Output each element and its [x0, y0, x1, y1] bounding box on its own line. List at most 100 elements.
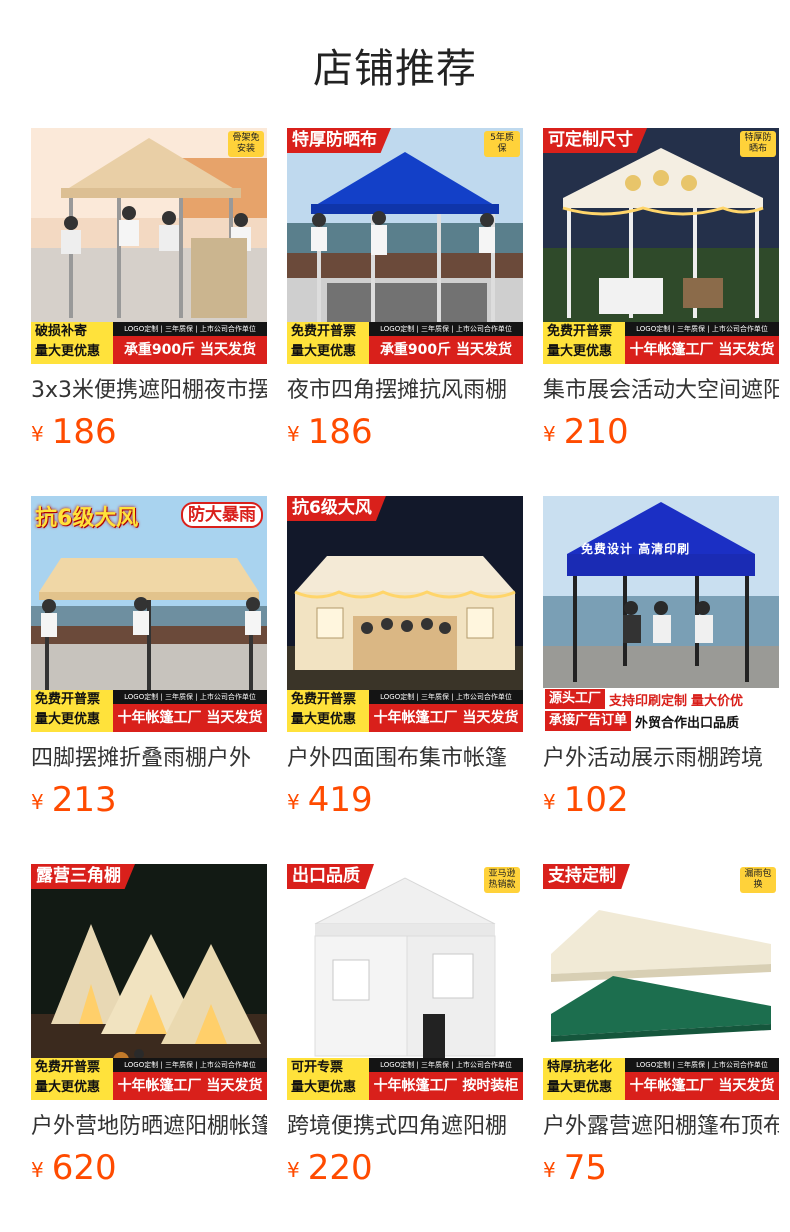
- currency-symbol: ¥: [31, 790, 44, 814]
- product-card[interactable]: 免费设计 高清印刷 源头工厂 支持印刷定制 量大价优 承接广告订单 外贸合作出口…: [543, 496, 779, 832]
- product-price: ¥102: [543, 780, 779, 820]
- banner-left: 特厚抗老化 量大更优惠: [543, 1058, 625, 1100]
- banner-left-line-2: 量大更优惠: [35, 344, 101, 359]
- currency-symbol: ¥: [543, 1158, 556, 1182]
- banner-top: LOGO定制 | 三年质保 | 上市公司合作单位: [113, 690, 267, 704]
- product-card[interactable]: 出口品质 亚马逊热销款 可开专票 量大更优惠 LOGO定制 | 三年质保 | 上…: [287, 864, 523, 1200]
- price-value: 213: [51, 780, 117, 820]
- product-name[interactable]: 户外活动展示雨棚跨境: [543, 744, 779, 774]
- price-value: 620: [51, 1148, 117, 1188]
- product-name[interactable]: 夜市四角摆摊抗风雨棚: [287, 376, 523, 406]
- currency-symbol: ¥: [31, 1158, 44, 1182]
- promo-banner: 可开专票 量大更优惠 LOGO定制 | 三年质保 | 上市公司合作单位 十年帐篷…: [287, 1058, 523, 1100]
- banner-top: LOGO定制 | 三年质保 | 上市公司合作单位: [625, 322, 779, 336]
- promo-tag: 抗6级大风: [287, 496, 386, 521]
- banner-left-line-2: 量大更优惠: [291, 712, 357, 727]
- product-name[interactable]: 3x3米便携遮阳棚夜市摆摊: [31, 376, 267, 406]
- product-card[interactable]: 特厚防晒布 5年质保 免费开普票 量大更优惠 LOGO定制 | 三年质保 | 上…: [287, 128, 523, 464]
- product-name[interactable]: 四脚摆摊折叠雨棚户外: [31, 744, 267, 774]
- product-image[interactable]: 出口品质 亚马逊热销款 可开专票 量大更优惠 LOGO定制 | 三年质保 | 上…: [287, 864, 523, 1100]
- banner-left-line-1: 特厚抗老化: [547, 1060, 613, 1075]
- promo-banner: 源头工厂 支持印刷定制 量大价优 承接广告订单 外贸合作出口品质: [543, 688, 779, 732]
- product-price: ¥75: [543, 1148, 779, 1188]
- product-card[interactable]: 抗6级大风 防大暴雨 免费开普票 量大更优惠 LOGO定制 | 三年质保 | 上…: [31, 496, 267, 832]
- promo-tag-large: 抗6级大风: [35, 506, 139, 531]
- promo-banner: 免费开普票 量大更优惠 LOGO定制 | 三年质保 | 上市公司合作单位 十年帐…: [31, 1058, 267, 1100]
- promo-tag: 支持定制: [543, 864, 630, 889]
- banner-left-line-2: 量大更优惠: [291, 344, 357, 359]
- product-name[interactable]: 跨境便携式四角遮阳棚: [287, 1112, 523, 1142]
- banner-left: 免费开普票 量大更优惠: [543, 322, 625, 364]
- currency-symbol: ¥: [287, 422, 300, 446]
- canopy-print-text: 免费设计 高清印刷: [581, 542, 691, 556]
- product-name[interactable]: 集市展会活动大空间遮阳棚: [543, 376, 779, 406]
- product-name[interactable]: 户外露营遮阳棚篷布顶布: [543, 1112, 779, 1142]
- banner-left-line-1: 可开专票: [291, 1060, 344, 1075]
- product-grid: 骨架免安装 破损补寄 量大更优惠 LOGO定制 | 三年质保 | 上市公司合作单…: [31, 128, 779, 1200]
- product-image[interactable]: 露营三角棚 免费开普票 量大更优惠 LOGO定制 | 三年质保 | 上市公司合作…: [31, 864, 267, 1100]
- banner-left-line-1: 免费开普票: [291, 324, 357, 339]
- banner-left: 可开专票 量大更优惠: [287, 1058, 369, 1100]
- product-price: ¥620: [31, 1148, 267, 1188]
- banner-bottom: 十年帐篷工厂 当天发货: [369, 704, 523, 732]
- banner-top: LOGO定制 | 三年质保 | 上市公司合作单位: [113, 1058, 267, 1072]
- price-value: 220: [307, 1148, 373, 1188]
- product-card[interactable]: 抗6级大风 免费开普票 量大更优惠 LOGO定制 | 三年质保 | 上市公司合作…: [287, 496, 523, 832]
- banner-left: 免费开普票 量大更优惠: [287, 690, 369, 732]
- banner-top: LOGO定制 | 三年质保 | 上市公司合作单位: [625, 1058, 779, 1072]
- banner-top: LOGO定制 | 三年质保 | 上市公司合作单位: [369, 1058, 523, 1072]
- banner-left: 免费开普票 量大更优惠: [31, 1058, 113, 1100]
- corner-badge: 亚马逊热销款: [484, 867, 520, 893]
- product-card[interactable]: 露营三角棚 免费开普票 量大更优惠 LOGO定制 | 三年质保 | 上市公司合作…: [31, 864, 267, 1200]
- promo-pill: 防大暴雨: [181, 502, 263, 528]
- currency-symbol: ¥: [287, 1158, 300, 1182]
- banner-left-line-2: 量大更优惠: [35, 1080, 101, 1095]
- product-image[interactable]: 骨架免安装 破损补寄 量大更优惠 LOGO定制 | 三年质保 | 上市公司合作单…: [31, 128, 267, 364]
- corner-badge: 骨架免安装: [228, 131, 264, 157]
- price-value: 102: [563, 780, 629, 820]
- promo-banner: 免费开普票 量大更优惠 LOGO定制 | 三年质保 | 上市公司合作单位 十年帐…: [543, 322, 779, 364]
- banner-pill: 源头工厂: [545, 689, 606, 709]
- banner-left-line-1: 免费开普票: [35, 1060, 101, 1075]
- product-price: ¥186: [31, 412, 267, 452]
- currency-symbol: ¥: [31, 422, 44, 446]
- product-card[interactable]: 骨架免安装 破损补寄 量大更优惠 LOGO定制 | 三年质保 | 上市公司合作单…: [31, 128, 267, 464]
- banner-left-line-1: 免费开普票: [35, 692, 101, 707]
- banner-bottom: 十年帐篷工厂 当天发货: [113, 704, 267, 732]
- banner-bottom: 十年帐篷工厂 当天发货: [625, 1072, 779, 1100]
- corner-badge: 特厚防晒布: [740, 131, 776, 157]
- promo-banner: 免费开普票 量大更优惠 LOGO定制 | 三年质保 | 上市公司合作单位 十年帐…: [287, 690, 523, 732]
- price-value: 186: [51, 412, 117, 452]
- banner-left: 免费开普票 量大更优惠: [31, 690, 113, 732]
- promo-tag: 露营三角棚: [31, 864, 135, 889]
- product-card[interactable]: 可定制尺寸 特厚防晒布 免费开普票 量大更优惠 LOGO定制 | 三年质保 | …: [543, 128, 779, 464]
- product-price: ¥210: [543, 412, 779, 452]
- banner-text: 外贸合作出口品质: [635, 715, 740, 731]
- product-image[interactable]: 可定制尺寸 特厚防晒布 免费开普票 量大更优惠 LOGO定制 | 三年质保 | …: [543, 128, 779, 364]
- promo-tag: 可定制尺寸: [543, 128, 647, 153]
- banner-left-line-2: 量大更优惠: [547, 344, 613, 359]
- banner-bottom: 十年帐篷工厂 当天发货: [625, 336, 779, 364]
- price-value: 210: [563, 412, 629, 452]
- product-name[interactable]: 户外营地防晒遮阳棚帐篷: [31, 1112, 267, 1142]
- product-image[interactable]: 特厚防晒布 5年质保 免费开普票 量大更优惠 LOGO定制 | 三年质保 | 上…: [287, 128, 523, 364]
- page-title: 店铺推荐: [313, 46, 477, 92]
- price-value: 75: [563, 1148, 607, 1188]
- banner-top: LOGO定制 | 三年质保 | 上市公司合作单位: [369, 322, 523, 336]
- banner-left-line-2: 量大更优惠: [291, 1080, 357, 1095]
- corner-badge: 5年质保: [484, 131, 520, 157]
- product-image[interactable]: 支持定制 漏雨包换 特厚抗老化 量大更优惠 LOGO定制 | 三年质保 | 上市…: [543, 864, 779, 1100]
- product-card[interactable]: 支持定制 漏雨包换 特厚抗老化 量大更优惠 LOGO定制 | 三年质保 | 上市…: [543, 864, 779, 1200]
- product-price: ¥213: [31, 780, 267, 820]
- product-image[interactable]: 抗6级大风 免费开普票 量大更优惠 LOGO定制 | 三年质保 | 上市公司合作…: [287, 496, 523, 732]
- price-value: 186: [307, 412, 373, 452]
- product-name[interactable]: 户外四面围布集市帐篷: [287, 744, 523, 774]
- banner-left-line-1: 破损补寄: [35, 324, 88, 339]
- product-image[interactable]: 抗6级大风 防大暴雨 免费开普票 量大更优惠 LOGO定制 | 三年质保 | 上…: [31, 496, 267, 732]
- banner-bottom: 承重900斤 当天发货: [369, 336, 523, 364]
- product-image[interactable]: 免费设计 高清印刷 源头工厂 支持印刷定制 量大价优 承接广告订单 外贸合作出口…: [543, 496, 779, 732]
- product-price: ¥186: [287, 412, 523, 452]
- banner-row-1: 源头工厂 支持印刷定制 量大价优: [543, 688, 779, 710]
- banner-bottom: 承重900斤 当天发货: [113, 336, 267, 364]
- product-price: ¥220: [287, 1148, 523, 1188]
